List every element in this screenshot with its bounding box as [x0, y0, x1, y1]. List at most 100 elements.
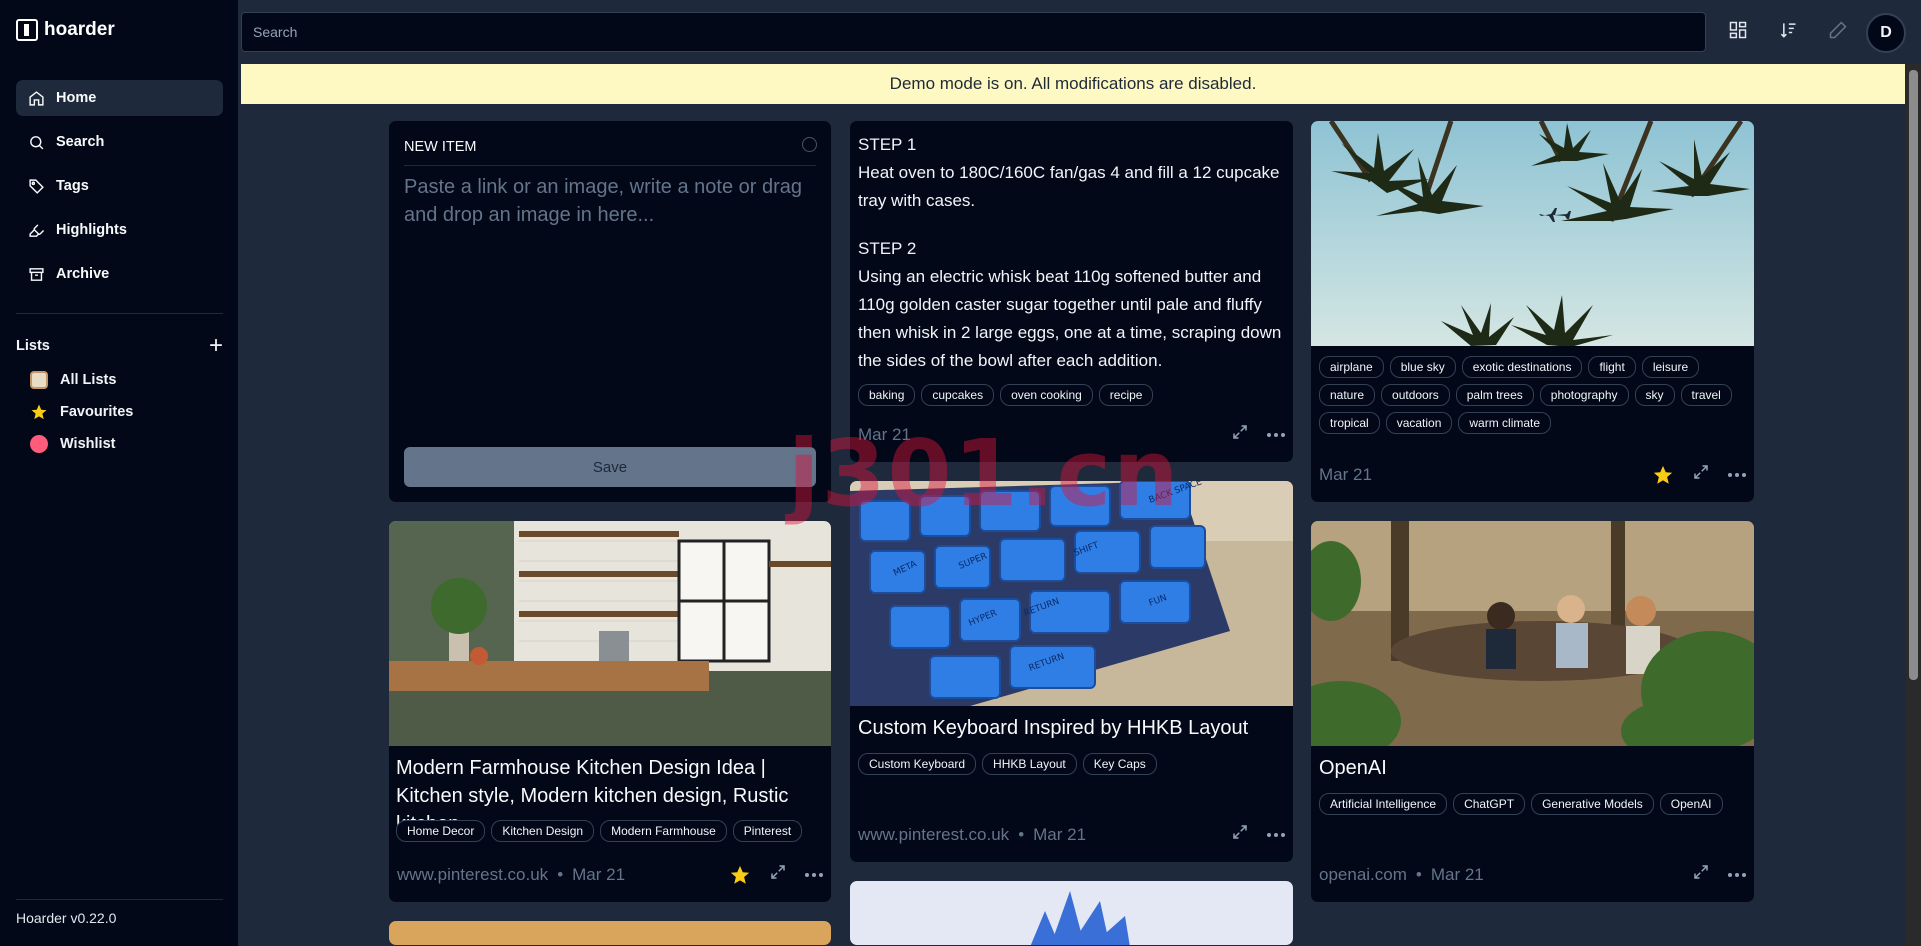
crystal-card-image[interactable]	[849, 880, 1294, 946]
tag-chip[interactable]: photography	[1539, 384, 1629, 406]
save-button[interactable]: Save	[404, 447, 816, 487]
openai-bookmark-card[interactable]: OpenAI Artificial Intelligence ChatGPT G…	[1310, 520, 1755, 903]
tag-chip[interactable]: OpenAI	[1659, 793, 1723, 815]
more-options-icon[interactable]	[1728, 472, 1746, 477]
sidebar-item-home[interactable]: Home	[16, 80, 223, 116]
card-date: Mar 21	[572, 864, 626, 884]
sidebar-item-search[interactable]: Search	[16, 124, 223, 160]
layout-grid-icon[interactable]	[1728, 20, 1750, 42]
sidebar-item-archive[interactable]: Archive	[16, 256, 223, 292]
card-actions	[1231, 823, 1285, 846]
tag-chip[interactable]: Artificial Intelligence	[1319, 793, 1448, 815]
sidebar-list-wishlist[interactable]: Wishlist	[30, 435, 115, 453]
tag-chip[interactable]: palm trees	[1455, 384, 1534, 406]
more-options-icon[interactable]	[805, 872, 823, 877]
home-icon	[29, 90, 44, 106]
sidebar-item-label: Tags	[56, 178, 89, 194]
tag-chip[interactable]: Kitchen Design	[491, 820, 595, 842]
sidebar: hoarder Home Search Tags Highlights Arch…	[0, 0, 239, 946]
clipboard-icon	[30, 371, 48, 389]
search-input[interactable]: Search	[241, 12, 1706, 52]
sort-icon[interactable]	[1778, 20, 1800, 42]
edit-pencil-icon[interactable]	[1828, 20, 1850, 42]
scrollbar-thumb[interactable]	[1909, 70, 1918, 680]
app-version: Hoarder v0.22.0	[16, 910, 117, 926]
card-footer: openai.com • Mar 21	[1319, 863, 1746, 886]
tag-chip[interactable]: warm climate	[1458, 412, 1552, 434]
expand-icon[interactable]	[1692, 463, 1710, 486]
card-footer: www.pinterest.co.uk • Mar 21	[397, 863, 823, 886]
tag-chip[interactable]: airplane	[1319, 356, 1384, 378]
tag-chip[interactable]: blue sky	[1389, 356, 1456, 378]
heart-eyes-icon	[30, 435, 48, 453]
tag-chip[interactable]: tropical	[1319, 412, 1380, 434]
keyboard-image[interactable]: RETURN SHIFT FUN BACK SPACE RETURN META SUPER H…	[850, 481, 1293, 706]
expand-icon[interactable]	[769, 863, 787, 886]
tag-chip[interactable]: nature	[1319, 384, 1376, 406]
tag-chip[interactable]: travel	[1680, 384, 1732, 406]
app-name: hoarder	[44, 19, 115, 40]
card-source[interactable]: www.pinterest.co.uk	[397, 865, 548, 885]
palm-trees-card[interactable]: airplane blue sky exotic destinations fl…	[1310, 120, 1755, 503]
tag-chip[interactable]: Home Decor	[396, 820, 486, 842]
more-options-icon[interactable]	[1728, 872, 1746, 877]
favourite-star-icon[interactable]	[729, 864, 751, 886]
keyboard-tags: Custom Keyboard HHKB Layout Key Caps	[858, 753, 1157, 775]
favourite-star-icon[interactable]	[1652, 464, 1674, 486]
more-options-icon[interactable]	[1267, 832, 1285, 837]
tag-chip[interactable]: ChatGPT	[1453, 793, 1526, 815]
crystal-image	[1030, 891, 1130, 945]
keyboard-bookmark-card[interactable]: RETURN SHIFT FUN BACK SPACE RETURN META SUPER H…	[849, 480, 1294, 863]
sidebar-nav: Home Search Tags Highlights Archive	[16, 80, 223, 300]
tag-chip[interactable]: recipe	[1098, 384, 1154, 406]
separator-dot: •	[557, 864, 564, 884]
kitchen-image[interactable]	[389, 521, 831, 746]
tag-chip[interactable]: Key Caps	[1082, 753, 1157, 775]
tag-chip[interactable]: cupcakes	[921, 384, 995, 406]
expand-icon[interactable]	[1231, 423, 1249, 446]
tag-chip[interactable]: sky	[1634, 384, 1675, 406]
card-date: Mar 21	[1033, 824, 1087, 844]
openai-image[interactable]	[1311, 521, 1754, 746]
tag-chip[interactable]: Custom Keyboard	[858, 753, 977, 775]
expand-icon[interactable]	[1231, 823, 1249, 846]
card-actions	[1692, 863, 1746, 886]
tag-chip[interactable]: HHKB Layout	[982, 753, 1077, 775]
tag-chip[interactable]: leisure	[1641, 356, 1700, 378]
palm-tags: airplane blue sky exotic destinations fl…	[1319, 356, 1749, 434]
sidebar-list-favourites[interactable]: Favourites	[30, 403, 133, 421]
more-options-icon[interactable]	[1267, 432, 1285, 437]
sidebar-item-label: Highlights	[56, 222, 127, 238]
palm-trees-image[interactable]	[1311, 121, 1754, 346]
card-source[interactable]: openai.com	[1319, 865, 1407, 885]
recipe-note-card[interactable]: STEP 1 Heat oven to 180C/160C fan/gas 4 …	[849, 120, 1294, 463]
add-list-icon[interactable]: +	[209, 334, 223, 358]
tag-chip[interactable]: vacation	[1385, 412, 1453, 434]
search-icon	[30, 135, 44, 149]
card-footer: Mar 21	[1319, 463, 1746, 486]
tag-chip[interactable]: baking	[858, 384, 916, 406]
sidebar-list-all-lists[interactable]: All Lists	[30, 371, 116, 389]
tag-chip[interactable]: outdoors	[1381, 384, 1450, 406]
sidebar-item-highlights[interactable]: Highlights	[16, 212, 223, 248]
tag-chip[interactable]: Pinterest	[732, 820, 803, 842]
info-icon[interactable]	[802, 137, 817, 152]
tag-chip[interactable]: oven cooking	[1000, 384, 1093, 406]
kitchen-bookmark-card[interactable]: Modern Farmhouse Kitchen Design Idea | K…	[388, 520, 832, 903]
sidebar-bottom-divider	[16, 899, 223, 900]
card-footer: www.pinterest.co.uk • Mar 21	[858, 823, 1285, 846]
new-item-textarea[interactable]: Paste a link or an image, write a note o…	[404, 173, 824, 229]
tag-chip[interactable]: Modern Farmhouse	[600, 820, 727, 842]
tag-chip[interactable]: Generative Models	[1531, 793, 1654, 815]
tag-chip[interactable]: flight	[1588, 356, 1636, 378]
card-source[interactable]: www.pinterest.co.uk	[858, 825, 1009, 845]
sidebar-item-tags[interactable]: Tags	[16, 168, 223, 204]
user-avatar[interactable]: D	[1866, 13, 1906, 53]
page-scrollbar[interactable]	[1906, 64, 1921, 946]
card-title[interactable]: OpenAI	[1319, 754, 1387, 782]
expand-icon[interactable]	[1692, 863, 1710, 886]
card-title[interactable]: Custom Keyboard Inspired by HHKB Layout	[858, 714, 1248, 742]
app-logo[interactable]: hoarder	[16, 19, 115, 41]
tag-chip[interactable]: exotic destinations	[1461, 356, 1583, 378]
partial-card-image[interactable]	[388, 920, 832, 946]
